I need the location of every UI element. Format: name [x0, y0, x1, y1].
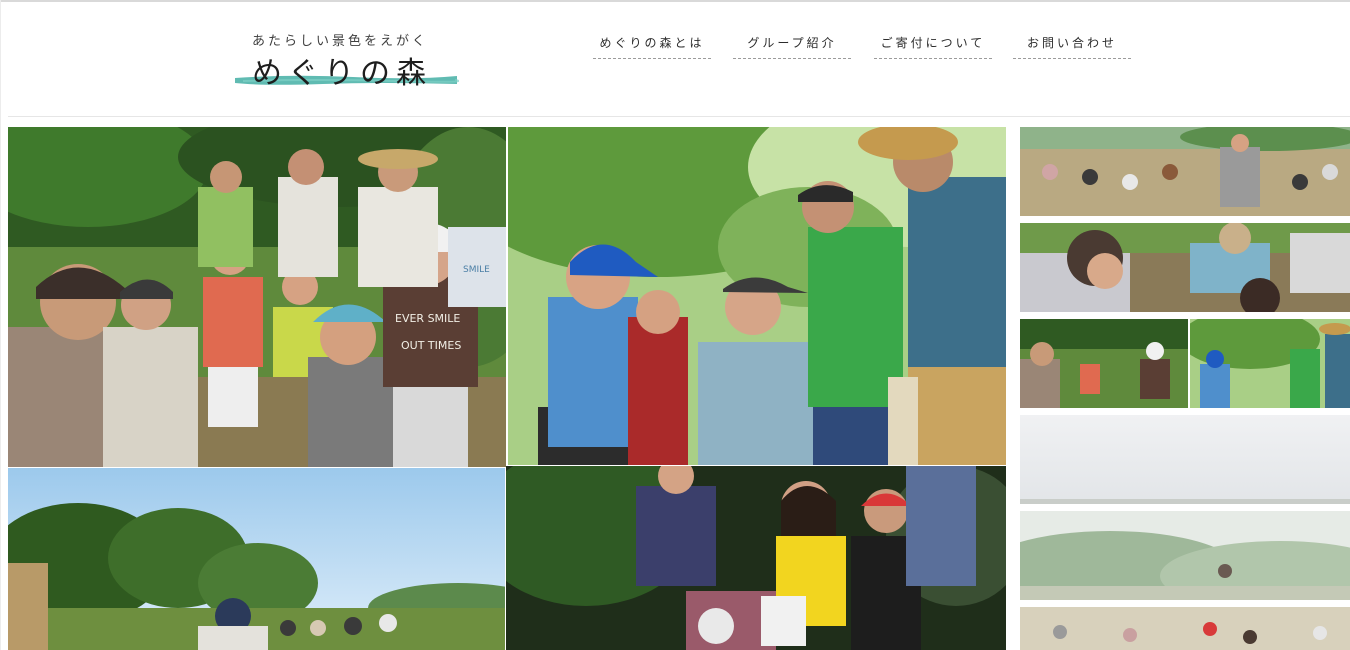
nav-item-groups[interactable]: グループ紹介	[733, 32, 851, 59]
thumbnail-children-planting[interactable]	[1020, 223, 1350, 312]
photo-group-hillside[interactable]: EVER SMILE OUT TIMES SMILE	[8, 127, 506, 467]
nav-item-about[interactable]: めぐりの森とは	[593, 32, 711, 59]
photo-planting-field[interactable]	[8, 468, 505, 650]
thumbnail-volunteers-field[interactable]	[1020, 607, 1350, 650]
photo-group-bag-print: SMILE	[463, 265, 490, 275]
thumbnail-planting-crowd[interactable]	[1020, 127, 1350, 216]
photo-group-tshirt-print: EVER SMILE	[395, 312, 460, 325]
photo-group-tshirt-print-2: OUT TIMES	[401, 339, 461, 352]
nav-item-donation[interactable]: ご寄付について	[874, 32, 992, 59]
thumbnail-group-hillside[interactable]	[1020, 319, 1188, 408]
thumbnail-kids-with-leaves[interactable]	[1190, 319, 1350, 408]
thumbnail-hazy-forest[interactable]	[1020, 511, 1350, 600]
photo-kids-with-leaves[interactable]	[508, 127, 1006, 465]
logo-title: めぐりの森	[252, 56, 432, 91]
thumbnail-hazy-sky[interactable]	[1020, 415, 1350, 504]
photo-thumbnail-strip	[1020, 127, 1350, 650]
nav-item-contact[interactable]: お問い合わせ	[1013, 32, 1131, 59]
photo-gallery: EVER SMILE OUT TIMES SMILE	[8, 127, 1006, 650]
logo-tagline: あたらしい景色をえがく	[252, 34, 429, 49]
site-header: あたらしい景色をえがく めぐりの森 めぐりの森とは グループ紹介 ご寄付について…	[8, 2, 1350, 117]
site-logo[interactable]: あたらしい景色をえがく めぐりの森	[233, 26, 463, 91]
photo-kids-forest[interactable]	[506, 466, 1006, 650]
window-left-border	[0, 0, 1, 650]
